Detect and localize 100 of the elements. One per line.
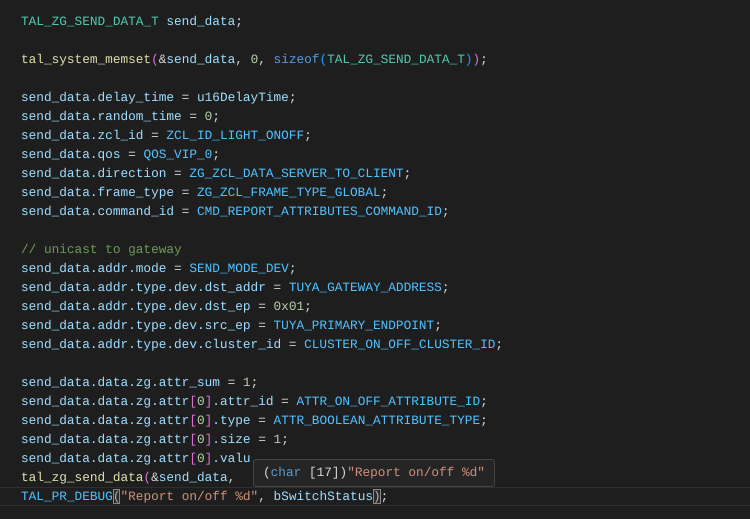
- code-token: =: [188, 109, 198, 124]
- code-token: ): [472, 52, 480, 67]
- code-token: ): [373, 489, 381, 504]
- code-token: ;: [380, 185, 388, 200]
- code-token: ): [464, 52, 473, 67]
- code-token: ATTR_ON_OFF_ATTRIBUTE_ID: [296, 394, 480, 409]
- code-token: ;: [212, 109, 220, 124]
- code-token: ATTR_BOOLEAN_ATTRIBUTE_TYPE: [274, 413, 480, 428]
- code-token: TAL_ZG_SEND_DATA_T: [21, 14, 160, 29]
- code-token: ]: [204, 394, 212, 409]
- code-token: ]: [204, 432, 212, 447]
- code-token: [: [189, 413, 197, 428]
- code-token: ;: [480, 52, 488, 67]
- code-token: =: [180, 204, 190, 219]
- code-token: ;: [380, 489, 388, 504]
- code-token: .size: [212, 432, 251, 447]
- code-token: send_data.qos: [21, 147, 120, 162]
- code-token: "Report on/off %d": [347, 465, 485, 480]
- code-token: =: [288, 337, 298, 352]
- code-token: QOS_VIP_0: [143, 147, 212, 162]
- code-token: sizeof: [274, 52, 320, 67]
- code-token: bSwitchStatus: [274, 489, 373, 504]
- code-token: 1: [274, 432, 282, 447]
- code-token: ;: [250, 375, 258, 390]
- code-token: 0x01: [274, 299, 304, 314]
- code-token: 0: [196, 394, 205, 409]
- code-token: send_data: [158, 470, 228, 485]
- code-token: =: [257, 299, 267, 314]
- code-token: CLUSTER_ON_OFF_CLUSTER_ID: [304, 337, 496, 352]
- code-token: send_data.data.zg.attr_sum: [21, 375, 220, 390]
- code-token: send_data: [166, 14, 236, 29]
- code-token: ZG_ZCL_FRAME_TYPE_GLOBAL: [197, 185, 381, 200]
- code-token: ;: [480, 413, 488, 428]
- code-token: 0: [196, 451, 205, 466]
- code-token: &: [151, 470, 159, 485]
- code-token: .attr_id: [212, 394, 274, 409]
- code-token: .valu: [212, 451, 251, 466]
- code-token: "Report on/off %d": [120, 489, 258, 504]
- code-token: (: [263, 465, 271, 480]
- code-token: [: [189, 394, 197, 409]
- code-token: ,: [235, 52, 244, 67]
- code-token: ,: [258, 489, 267, 504]
- code-token: TAL_PR_DEBUG: [21, 489, 113, 504]
- code-token: (: [143, 470, 152, 485]
- code-token: =: [272, 280, 282, 295]
- code-token: send_data.data.zg.attr: [21, 432, 190, 447]
- code-token: ;: [495, 337, 504, 352]
- code-token: ZCL_ID_LIGHT_ONOFF: [166, 128, 304, 143]
- code-token: char: [270, 465, 302, 480]
- code-token: 0: [196, 432, 205, 447]
- code-token: =: [150, 128, 160, 143]
- code-token: ;: [480, 394, 488, 409]
- code-token: =: [180, 90, 190, 105]
- code-token: send_data.direction: [21, 166, 166, 181]
- code-token: =: [127, 147, 137, 162]
- code-token: ;: [434, 318, 442, 333]
- code-token: =: [280, 394, 290, 409]
- code-token: ]: [204, 413, 212, 428]
- code-token: send_data.addr.type.dev.src_ep: [21, 318, 251, 333]
- code-token: [: [189, 451, 197, 466]
- code-token: send_data.data.zg.attr: [21, 394, 190, 409]
- code-token: send_data.random_time: [21, 109, 182, 124]
- code-token: ;: [288, 90, 296, 105]
- code-token: send_data.addr.type.dev.cluster_id: [21, 337, 282, 352]
- code-token: TUYA_GATEWAY_ADDRESS: [288, 280, 442, 295]
- code-token: ,: [228, 470, 236, 485]
- code-token: send_data.data.zg.attr: [21, 451, 190, 466]
- code-token: [17]): [308, 465, 348, 480]
- code-token: =: [180, 185, 190, 200]
- code-token: ;: [235, 14, 243, 29]
- code-token: ;: [404, 166, 412, 181]
- code-token: =: [173, 261, 183, 276]
- code-token: u16DelayTime: [197, 90, 289, 105]
- code-token: =: [257, 432, 267, 447]
- code-token: ;: [288, 261, 296, 276]
- code-token: send_data.addr.type.dev.dst_ep: [21, 299, 251, 314]
- code-token: tal_zg_send_data: [21, 470, 144, 485]
- code-token: ZG_ZCL_DATA_SERVER_TO_CLIENT: [189, 166, 404, 181]
- code-token: SEND_MODE_DEV: [189, 261, 289, 276]
- code-token: send_data.command_id: [21, 204, 174, 219]
- code-token: (: [151, 52, 159, 67]
- code-token: send_data.addr.type.dev.dst_addr: [21, 280, 266, 295]
- code-token: =: [257, 318, 267, 333]
- code-token: (: [319, 52, 328, 67]
- code-token: send_data.data.zg.attr: [21, 413, 190, 428]
- code-token: TUYA_PRIMARY_ENDPOINT: [274, 318, 434, 333]
- code-token: 1: [242, 375, 251, 390]
- code-token: ;: [304, 128, 312, 143]
- code-token: ;: [212, 147, 220, 162]
- code-token: tal_system_memset: [21, 52, 152, 67]
- code-token: send_data: [166, 52, 236, 67]
- code-token: send_data.frame_type: [21, 185, 174, 200]
- code-token: ;: [281, 432, 289, 447]
- code-token: ;: [442, 280, 450, 295]
- code-token: ]: [204, 451, 212, 466]
- code-token: =: [173, 166, 183, 181]
- code-token: (: [112, 489, 120, 504]
- code-token: TAL_ZG_SEND_DATA_T: [327, 52, 465, 67]
- code-token: 0: [196, 413, 205, 428]
- code-token: 0: [204, 109, 212, 124]
